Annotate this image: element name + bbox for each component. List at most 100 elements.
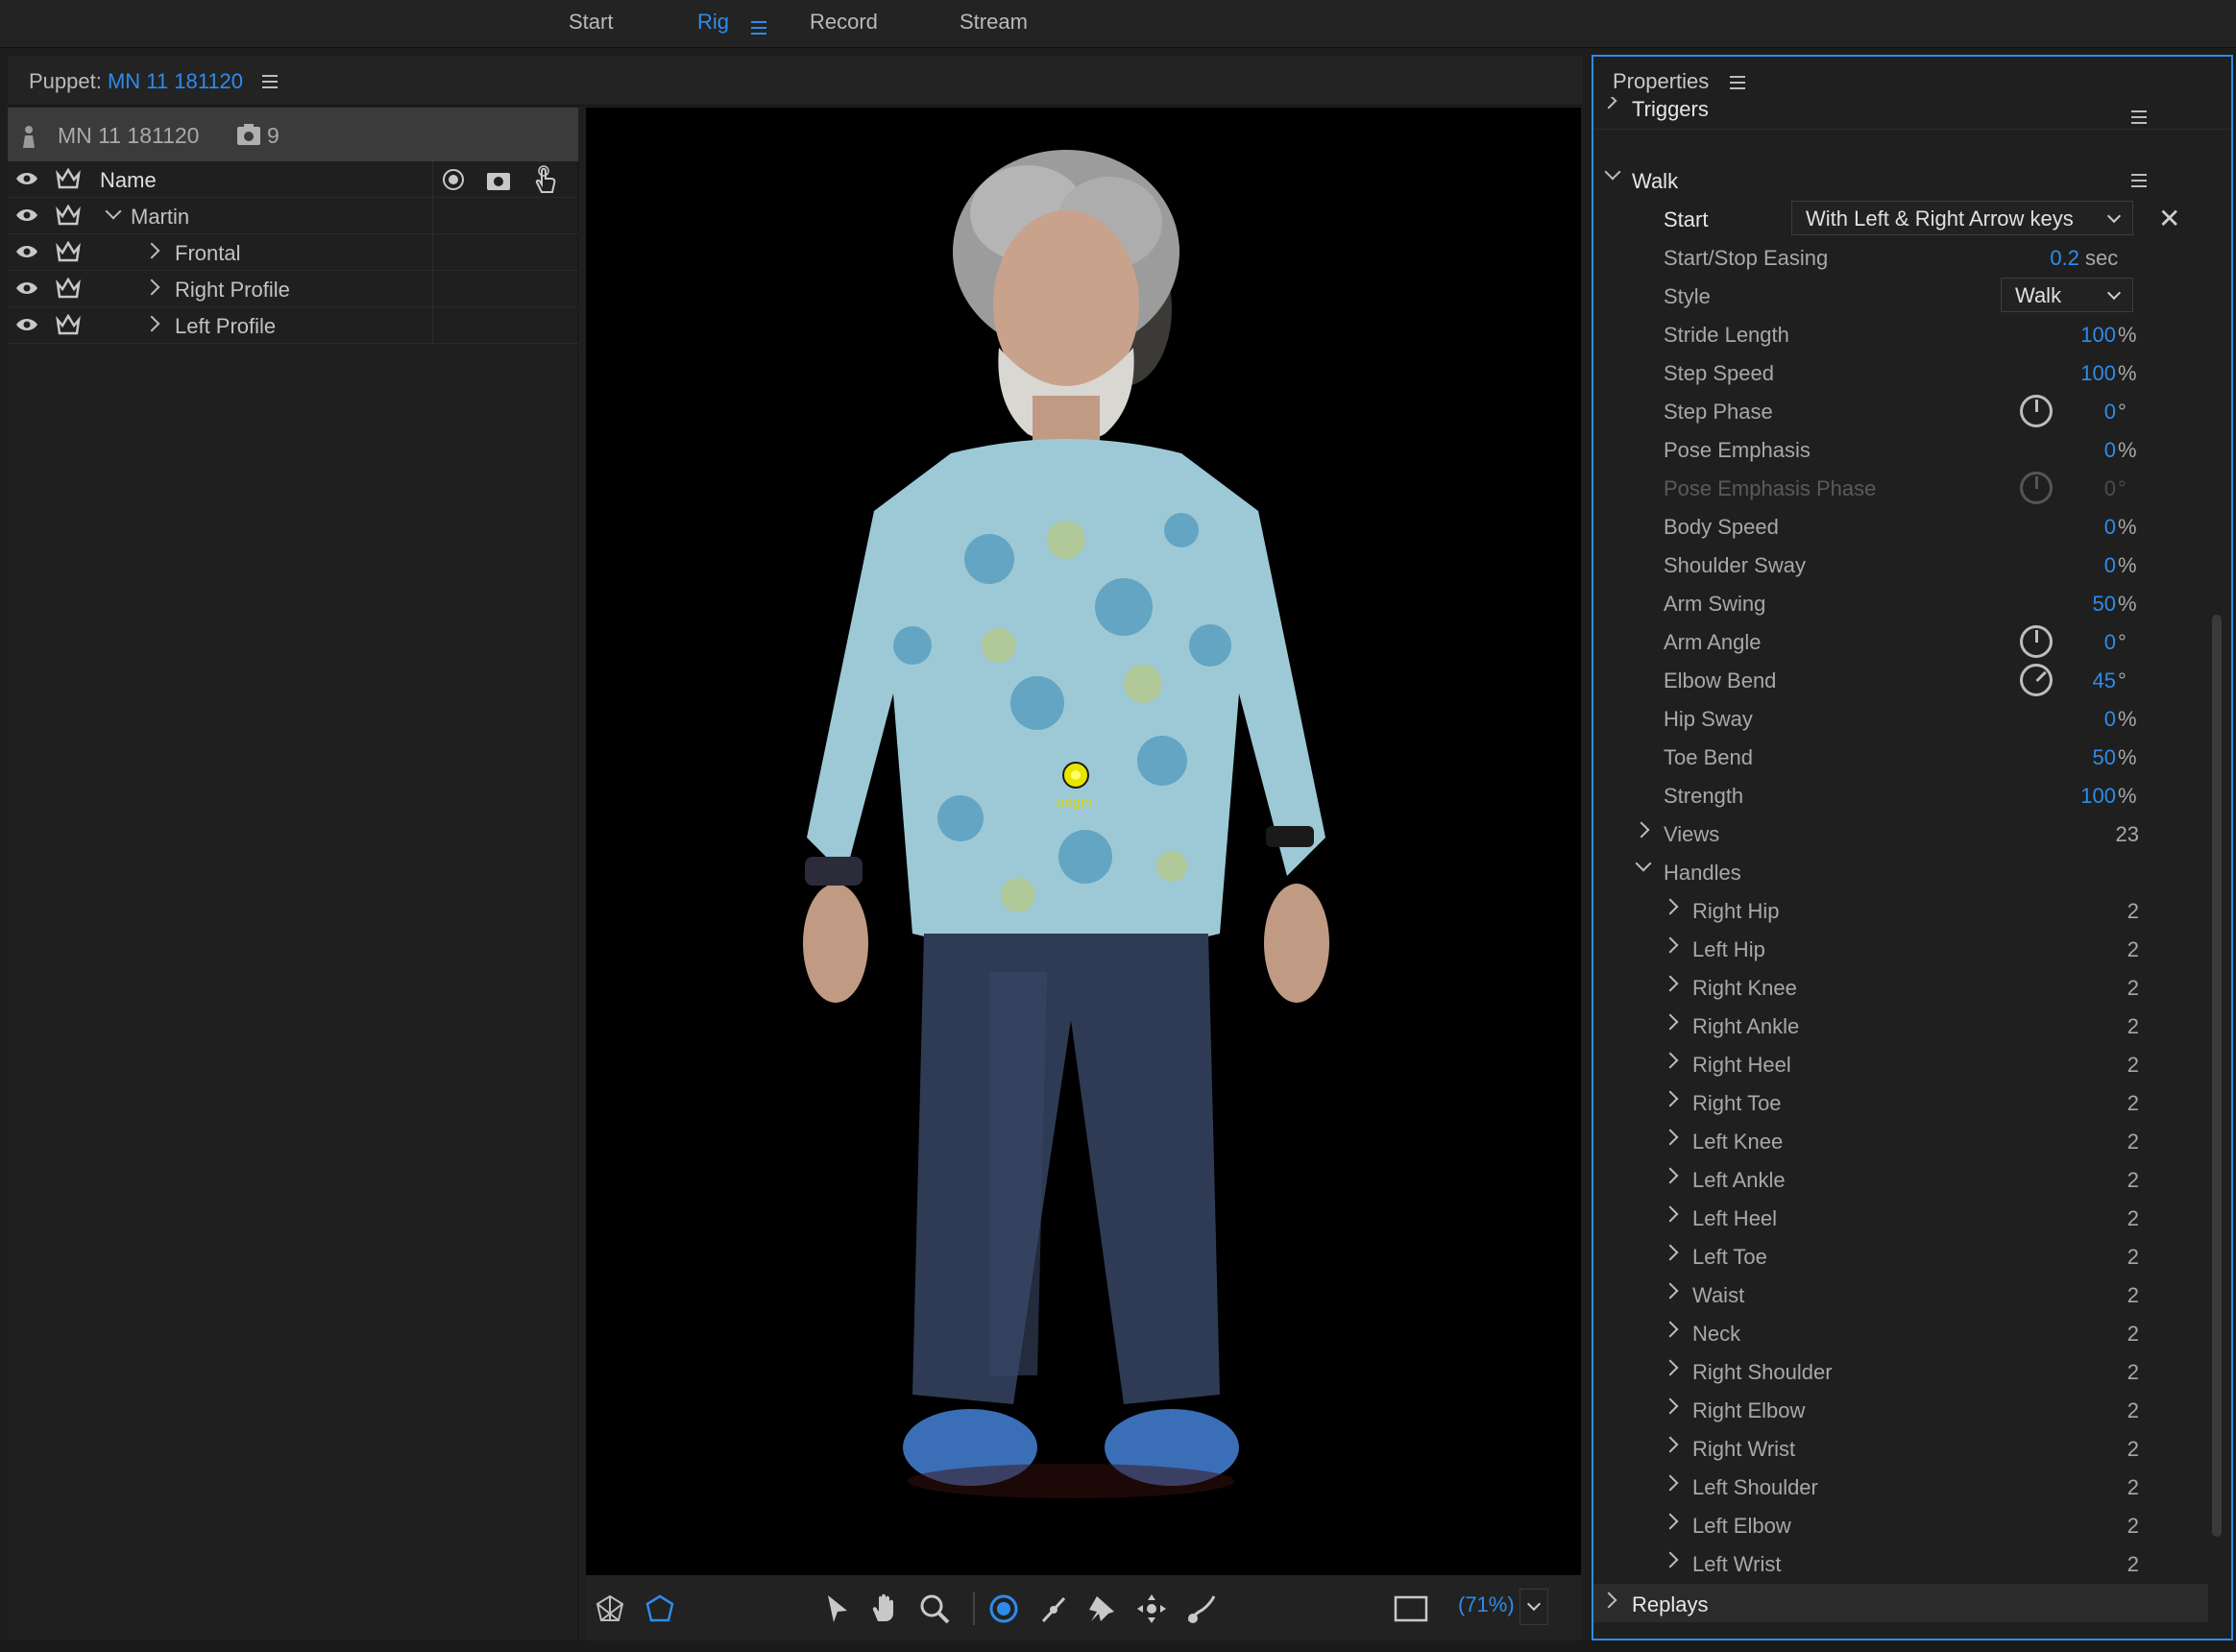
angle-dial-icon[interactable] [2020, 625, 2053, 658]
param-value[interactable]: 0 [2104, 438, 2116, 463]
rig-canvas[interactable]: origin [586, 108, 1581, 1575]
handle-item[interactable]: Right Hip 2 [1593, 890, 2231, 929]
outline-icon[interactable] [644, 1592, 676, 1625]
handle-tool-icon[interactable] [1135, 1592, 1168, 1625]
param-value[interactable]: 0 [2104, 515, 2116, 540]
handle-item[interactable]: Left Shoulder 2 [1593, 1467, 2231, 1505]
chevron-right-icon[interactable] [1662, 1513, 1679, 1530]
param-value[interactable]: 0 [2104, 707, 2116, 732]
param-value[interactable]: 100 [2080, 323, 2116, 348]
tab-start[interactable]: Start [569, 10, 613, 35]
visibility-eye-icon[interactable] [15, 171, 38, 186]
chevron-right-icon[interactable] [1662, 1244, 1679, 1261]
handle-item[interactable]: Right Ankle 2 [1593, 1006, 2231, 1044]
zoom-level[interactable]: (71%) [1458, 1592, 1515, 1617]
mesh-icon[interactable] [594, 1592, 626, 1625]
canvas-frame-icon[interactable] [1393, 1592, 1429, 1625]
zoom-icon[interactable] [918, 1592, 951, 1625]
handle-item[interactable]: Left Knee 2 [1593, 1121, 2231, 1159]
chevron-down-icon[interactable] [1635, 855, 1652, 872]
stick-tool-icon[interactable] [1037, 1592, 1070, 1625]
zoom-dropdown[interactable] [1519, 1589, 1548, 1625]
layer-row[interactable]: Right Profile [8, 271, 578, 307]
properties-scrollbar[interactable] [2212, 615, 2222, 1537]
layer-row[interactable]: Left Profile [8, 307, 578, 344]
chevron-right-icon[interactable] [1600, 1591, 1617, 1609]
walk-section-header[interactable]: Walk [1593, 160, 2231, 199]
solo-crown-icon[interactable] [56, 205, 81, 226]
chevron-right-icon[interactable] [1662, 1052, 1679, 1069]
chevron-right-icon[interactable] [1633, 821, 1650, 838]
tab-stream[interactable]: Stream [960, 10, 1028, 35]
visibility-eye-icon[interactable] [15, 280, 38, 296]
handle-item[interactable]: Left Elbow 2 [1593, 1505, 2231, 1543]
chevron-down-icon[interactable] [105, 203, 122, 220]
chevron-right-icon[interactable] [1662, 1474, 1679, 1492]
handle-item[interactable]: Waist 2 [1593, 1275, 2231, 1313]
chevron-right-icon[interactable] [1662, 898, 1679, 915]
chevron-right-icon[interactable] [1662, 1397, 1679, 1415]
solo-crown-icon[interactable] [56, 278, 81, 299]
touch-hand-icon[interactable] [532, 165, 557, 194]
visibility-eye-icon[interactable] [15, 207, 38, 223]
angle-dial-icon[interactable] [2020, 395, 2053, 427]
visibility-eye-icon[interactable] [15, 244, 38, 259]
handle-item[interactable]: Left Hip 2 [1593, 929, 2231, 967]
puppet-name-link[interactable]: MN 11 181120 [108, 69, 243, 93]
handle-item[interactable]: Right Shoulder 2 [1593, 1351, 2231, 1390]
chevron-right-icon[interactable] [1600, 97, 1617, 109]
style-dropdown[interactable]: Walk [2001, 278, 2133, 312]
select-arrow-icon[interactable] [820, 1592, 853, 1625]
handle-item[interactable]: Right Wrist 2 [1593, 1428, 2231, 1467]
chevron-right-icon[interactable] [1662, 1359, 1679, 1376]
chevron-right-icon[interactable] [1662, 975, 1679, 992]
handle-item[interactable]: Left Wrist 2 [1593, 1543, 2231, 1582]
camera-column-icon[interactable] [486, 168, 511, 191]
walk-menu-icon[interactable] [2131, 174, 2147, 192]
hand-tool-icon[interactable] [868, 1592, 901, 1625]
handle-item[interactable]: Left Ankle 2 [1593, 1159, 2231, 1198]
handle-item[interactable]: Left Toe 2 [1593, 1236, 2231, 1275]
chevron-right-icon[interactable] [143, 279, 160, 296]
chevron-right-icon[interactable] [1662, 1436, 1679, 1453]
tab-rig[interactable]: Rig [697, 10, 729, 35]
chevron-right-icon[interactable] [1662, 1090, 1679, 1107]
solo-crown-icon[interactable] [56, 241, 81, 262]
angle-dial-icon[interactable] [2020, 664, 2053, 696]
handle-item[interactable]: Right Toe 2 [1593, 1082, 2231, 1121]
dangle-tool-icon[interactable] [1185, 1592, 1218, 1625]
chevron-right-icon[interactable] [1662, 1167, 1679, 1184]
rig-menu-icon[interactable] [751, 15, 766, 40]
start-trigger-dropdown[interactable]: With Left & Right Arrow keys [1791, 201, 2133, 235]
views-row[interactable]: Views 23 [1593, 814, 2231, 852]
chevron-right-icon[interactable] [1662, 1129, 1679, 1146]
chevron-down-icon[interactable] [1604, 163, 1621, 181]
triggers-menu-icon[interactable] [2131, 110, 2147, 129]
origin-handle-label[interactable]: origin [1057, 794, 1092, 811]
chevron-right-icon[interactable] [1662, 1282, 1679, 1300]
visibility-eye-icon[interactable] [15, 317, 38, 332]
param-value[interactable]: 0 [2104, 553, 2116, 578]
param-value[interactable]: 45 [2093, 668, 2116, 693]
layer-row[interactable]: Martin [8, 198, 578, 234]
replays-section[interactable]: Replays [1593, 1584, 2208, 1622]
param-value[interactable]: 50 [2093, 745, 2116, 770]
close-icon[interactable]: ✕ [2158, 203, 2180, 234]
solo-crown-icon[interactable] [56, 168, 81, 189]
record-target-icon[interactable] [442, 168, 465, 191]
puppet-menu-icon[interactable] [262, 69, 279, 93]
param-value[interactable]: 0 [2104, 400, 2116, 425]
handle-item[interactable]: Left Heel 2 [1593, 1198, 2231, 1236]
layer-row[interactable]: Frontal [8, 234, 578, 271]
handle-item[interactable]: Right Heel 2 [1593, 1044, 2231, 1082]
handle-item[interactable]: Right Knee 2 [1593, 967, 2231, 1006]
chevron-right-icon[interactable] [1662, 1551, 1679, 1568]
param-value[interactable]: 50 [2093, 592, 2116, 617]
chevron-right-icon[interactable] [143, 242, 160, 259]
triggers-section[interactable]: Triggers [1593, 97, 2231, 130]
handle-item[interactable]: Right Elbow 2 [1593, 1390, 2231, 1428]
pin-tool-icon[interactable] [1085, 1592, 1118, 1625]
origin-tool-icon[interactable] [987, 1592, 1020, 1625]
properties-menu-icon[interactable] [1730, 76, 1745, 94]
chevron-right-icon[interactable] [143, 315, 160, 332]
